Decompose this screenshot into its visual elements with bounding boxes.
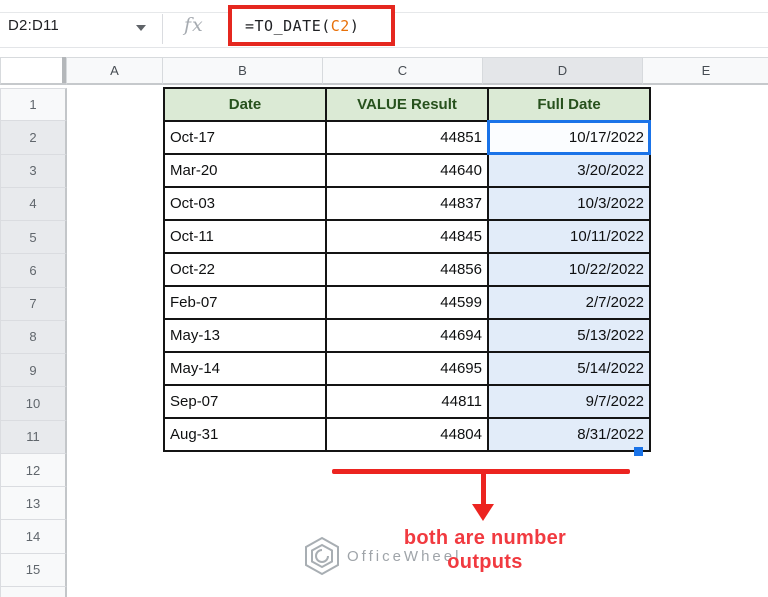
formula-cell-ref: C2 bbox=[330, 16, 350, 35]
formula-suffix: ) bbox=[349, 16, 360, 35]
row-header-9[interactable]: 9 bbox=[0, 354, 67, 388]
cell-b5[interactable]: Oct-11 bbox=[163, 219, 327, 254]
row-header-14[interactable]: 14 bbox=[0, 520, 67, 554]
table-row: Oct-22 44856 10/22/2022 bbox=[163, 252, 651, 287]
annotation-text: both are number outputs bbox=[345, 526, 625, 574]
header-cell-full-date[interactable]: Full Date bbox=[487, 87, 651, 122]
table-row: Aug-31 44804 8/31/2022 bbox=[163, 417, 651, 452]
row-header-7[interactable]: 7 bbox=[0, 287, 67, 321]
cell-d3[interactable]: 3/20/2022 bbox=[487, 153, 651, 188]
column-header-c[interactable]: C bbox=[322, 57, 483, 85]
row-header-6[interactable]: 6 bbox=[0, 254, 67, 288]
row-header-15[interactable]: 15 bbox=[0, 553, 67, 587]
cell-c11[interactable]: 44804 bbox=[325, 417, 489, 452]
table-row: May-14 44695 5/14/2022 bbox=[163, 351, 651, 386]
annotation-arrowhead-icon bbox=[472, 504, 494, 521]
column-header-b[interactable]: B bbox=[162, 57, 323, 85]
cell-c7[interactable]: 44599 bbox=[325, 285, 489, 320]
name-box-dropdown-icon[interactable] bbox=[136, 25, 146, 31]
cell-d6[interactable]: 10/22/2022 bbox=[487, 252, 651, 287]
table-row: Oct-17 44851 10/17/2022 bbox=[163, 120, 651, 155]
spreadsheet-app: D2:D11 fx =TO_DATE(C2) A B C D E 1 2 3 4… bbox=[0, 0, 768, 597]
annotation-arrow-shaft bbox=[481, 472, 486, 505]
table-row: Sep-07 44811 9/7/2022 bbox=[163, 384, 651, 419]
cell-c2[interactable]: 44851 bbox=[325, 120, 489, 155]
column-header-d-selected[interactable]: D bbox=[482, 57, 643, 85]
row-header-13[interactable]: 13 bbox=[0, 487, 67, 521]
cell-c10[interactable]: 44811 bbox=[325, 384, 489, 419]
formula-prefix: =TO_DATE( bbox=[245, 16, 331, 35]
cell-b8[interactable]: May-13 bbox=[163, 318, 327, 353]
data-table: Date VALUE Result Full Date Oct-17 44851… bbox=[163, 87, 651, 452]
row-header-16[interactable]: 16 bbox=[0, 586, 67, 597]
selection-fill-handle[interactable] bbox=[634, 447, 643, 456]
cell-c9[interactable]: 44695 bbox=[325, 351, 489, 386]
table-row: May-13 44694 5/13/2022 bbox=[163, 318, 651, 353]
cell-b6[interactable]: Oct-22 bbox=[163, 252, 327, 287]
row-header-8[interactable]: 8 bbox=[0, 320, 67, 355]
row-header-11[interactable]: 11 bbox=[0, 420, 67, 454]
cell-b3[interactable]: Mar-20 bbox=[163, 153, 327, 188]
cell-d8[interactable]: 5/13/2022 bbox=[487, 318, 651, 353]
cell-b10[interactable]: Sep-07 bbox=[163, 384, 327, 419]
annotation-line-1: both are number bbox=[403, 527, 567, 549]
annotation-line-2: outputs bbox=[447, 551, 523, 573]
cell-b7[interactable]: Feb-07 bbox=[163, 285, 327, 320]
column-header-e[interactable]: E bbox=[642, 57, 768, 85]
cell-b2[interactable]: Oct-17 bbox=[163, 120, 327, 155]
cell-d9[interactable]: 5/14/2022 bbox=[487, 351, 651, 386]
select-all-corner[interactable] bbox=[0, 57, 67, 85]
table-row: Mar-20 44640 3/20/2022 bbox=[163, 153, 651, 188]
formula-toolbar: D2:D11 fx =TO_DATE(C2) bbox=[0, 0, 768, 48]
table-header-row: Date VALUE Result Full Date bbox=[163, 87, 651, 122]
row-header-10[interactable]: 10 bbox=[0, 387, 67, 421]
column-header-a[interactable]: A bbox=[66, 57, 163, 85]
table-row: Feb-07 44599 2/7/2022 bbox=[163, 285, 651, 320]
table-row: Oct-11 44845 10/11/2022 bbox=[163, 219, 651, 254]
cell-d7[interactable]: 2/7/2022 bbox=[487, 285, 651, 320]
row-header-1[interactable]: 1 bbox=[0, 88, 67, 122]
cell-d4[interactable]: 10/3/2022 bbox=[487, 186, 651, 221]
row-header-3[interactable]: 3 bbox=[0, 154, 67, 188]
header-cell-date[interactable]: Date bbox=[163, 87, 327, 122]
row-header-4[interactable]: 4 bbox=[0, 187, 67, 222]
row-header-2[interactable]: 2 bbox=[0, 121, 67, 155]
row-header-12[interactable]: 12 bbox=[0, 453, 67, 488]
cell-d10[interactable]: 9/7/2022 bbox=[487, 384, 651, 419]
table-row: Oct-03 44837 10/3/2022 bbox=[163, 186, 651, 221]
cell-d5[interactable]: 10/11/2022 bbox=[487, 219, 651, 254]
header-cell-value[interactable]: VALUE Result bbox=[325, 87, 489, 122]
cell-d2-active[interactable]: 10/17/2022 bbox=[487, 120, 651, 155]
officewheel-logo-icon bbox=[305, 536, 339, 576]
cell-b11[interactable]: Aug-31 bbox=[163, 417, 327, 452]
formula-input[interactable]: =TO_DATE(C2) bbox=[245, 17, 359, 35]
row-header-5[interactable]: 5 bbox=[0, 221, 67, 255]
formula-highlight-box: =TO_DATE(C2) bbox=[228, 5, 395, 46]
row-header-column: 1 2 3 4 5 6 7 8 9 10 11 12 13 14 15 16 bbox=[0, 88, 67, 597]
cell-c3[interactable]: 44640 bbox=[325, 153, 489, 188]
toolbar-separator bbox=[162, 14, 163, 44]
cell-b4[interactable]: Oct-03 bbox=[163, 186, 327, 221]
cell-c5[interactable]: 44845 bbox=[325, 219, 489, 254]
cell-c4[interactable]: 44837 bbox=[325, 186, 489, 221]
cell-d11[interactable]: 8/31/2022 bbox=[487, 417, 651, 452]
cell-c8[interactable]: 44694 bbox=[325, 318, 489, 353]
cell-b9[interactable]: May-14 bbox=[163, 351, 327, 386]
name-box-value: D2:D11 bbox=[8, 16, 59, 34]
cell-c6[interactable]: 44856 bbox=[325, 252, 489, 287]
fx-icon: fx bbox=[184, 14, 204, 36]
